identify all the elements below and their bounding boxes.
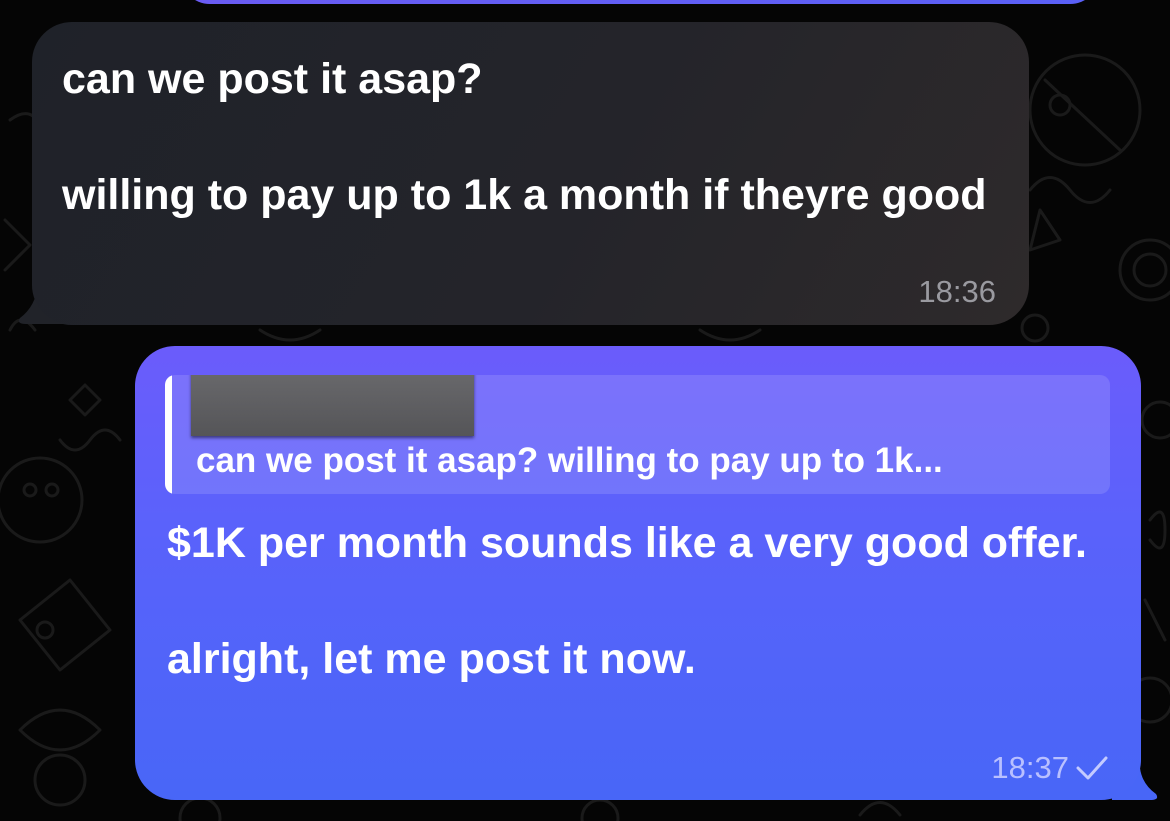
incoming-message-text: can we post it asap? willing to pay up t… <box>62 55 987 219</box>
incoming-message-time: 18:36 <box>918 274 996 309</box>
outgoing-message-time: 18:37 <box>991 750 1069 785</box>
single-check-icon <box>1076 756 1108 780</box>
outgoing-message-bubble[interactable]: can we post it asap? willing to pay up t… <box>135 346 1141 800</box>
outgoing-message-text: $1K per month sounds like a very good of… <box>167 519 1087 683</box>
previous-message-bubble-edge <box>180 0 1100 4</box>
outgoing-message-meta: 18:37 <box>991 748 1109 788</box>
reply-quote-bar <box>165 375 172 494</box>
reply-quote[interactable]: can we post it asap? willing to pay up t… <box>165 375 1110 494</box>
redacted-reply-author <box>191 375 474 436</box>
incoming-message-bubble[interactable]: can we post it asap? willing to pay up t… <box>32 22 1029 325</box>
reply-quote-snippet: can we post it asap? willing to pay up t… <box>196 441 943 480</box>
